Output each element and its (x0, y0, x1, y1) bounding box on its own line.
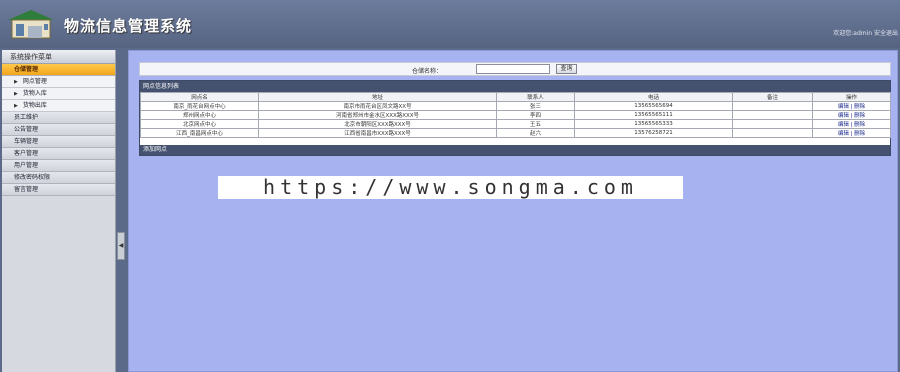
table-cell: 北京网点中心 (140, 119, 259, 129)
add-outlet-button[interactable]: 添加网点 (140, 145, 890, 155)
column-header: 地址 (258, 92, 497, 102)
row-actions[interactable]: 编辑 | 删除 (812, 101, 891, 111)
table-cell: 郑州网点中心 (140, 110, 259, 120)
row-actions[interactable]: 编辑 | 删除 (812, 119, 891, 129)
table-row: 郑州网点中心 河南省郑州市金水区XXX路XXX号 李四 13565565111 … (140, 110, 891, 120)
table-cell: 赵六 (496, 128, 575, 138)
sidebar-item-storage[interactable]: 仓储管理 (2, 64, 115, 76)
row-actions[interactable]: 编辑 | 删除 (812, 128, 891, 138)
watermark: https://www.songma.com (218, 176, 683, 199)
triangle-right-icon: ▶ (14, 78, 18, 85)
outlet-table: 网点名 地址 联系人 电话 备注 操作 南京_雨花台网点中心 南京市雨花台区凤文… (140, 92, 891, 138)
sidebar-subitem-stock-out[interactable]: ▶ 货物出库 (2, 100, 115, 112)
table-row: 江西_南昌网点中心 江西省南昌市XXX路XXX号 赵六 13576258721 … (140, 128, 891, 138)
sidebar-item-customers[interactable]: 客户管理 (2, 148, 115, 160)
sidebar-item-messages[interactable]: 留言管理 (2, 184, 115, 196)
table-cell: 13576258721 (574, 128, 733, 138)
table-cell: 李四 (496, 110, 575, 120)
table-row: 北京网点中心 北京市朝阳区XXX路XXX号 王五 13565565333 编辑 … (140, 119, 891, 129)
table-cell (732, 101, 813, 111)
table-cell: 江西_南昌网点中心 (140, 128, 259, 138)
sidebar-menu: 系统操作菜单 仓储管理 ▶ 网点管理 ▶ 货物入库 ▶ 货物出库 员工维护 公告… (2, 50, 116, 372)
column-header: 网点名 (140, 92, 259, 102)
main-content: 仓储名称： 查询 网点信息列表 网点名 地址 联系人 电话 备注 操作 南京_雨… (128, 50, 898, 372)
table-cell: 13565565111 (574, 110, 733, 120)
sidebar-subitem-outlets[interactable]: ▶ 网点管理 (2, 76, 115, 88)
row-actions[interactable]: 编辑 | 删除 (812, 110, 891, 120)
table-cell (732, 110, 813, 120)
search-button[interactable]: 查询 (556, 64, 577, 74)
table-cell: 河南省郑州市金水区XXX路XXX号 (258, 110, 497, 120)
search-bar: 仓储名称： 查询 (139, 62, 891, 76)
chevron-left-icon: ◀ (118, 242, 124, 249)
table-cell: 南京_雨花台网点中心 (140, 101, 259, 111)
table-cell (732, 119, 813, 129)
column-header: 备注 (732, 92, 813, 102)
table-cell: 北京市朝阳区XXX路XXX号 (258, 119, 497, 129)
warehouse-logo-icon (6, 8, 56, 40)
app-title: 物流信息管理系统 (64, 17, 193, 35)
column-header: 联系人 (496, 92, 575, 102)
sidebar-title: 系统操作菜单 (2, 50, 115, 64)
search-input[interactable] (476, 64, 550, 74)
column-header: 操作 (812, 92, 891, 102)
app-header: 物流信息管理系统 欢迎您:admin 安全退出 (0, 0, 900, 48)
sidebar-subitem-label: 网点管理 (22, 77, 47, 85)
table-cell: 江西省南昌市XXX路XXX号 (258, 128, 497, 138)
table-cell (732, 128, 813, 138)
triangle-right-icon: ▶ (14, 90, 18, 97)
table-header-row: 网点名 地址 联系人 电话 备注 操作 (140, 92, 891, 102)
sidebar-collapse-handle[interactable]: ◀ (117, 232, 125, 260)
outlet-list-panel: 网点信息列表 网点名 地址 联系人 电话 备注 操作 南京_雨花台网点中心 南京… (139, 80, 891, 156)
table-cell: 王五 (496, 119, 575, 129)
table-cell: 南京市雨花台区凤文路XX号 (258, 101, 497, 111)
sidebar-item-password[interactable]: 修改密码权限 (2, 172, 115, 184)
column-header: 电话 (574, 92, 733, 102)
sidebar-subitem-label: 货物入库 (22, 89, 47, 97)
sidebar-item-users[interactable]: 用户管理 (2, 160, 115, 172)
table-cell: 张三 (496, 101, 575, 111)
sidebar-item-staff[interactable]: 员工维护 (2, 112, 115, 124)
table-row: 南京_雨花台网点中心 南京市雨花台区凤文路XX号 张三 13565565694 … (140, 101, 891, 111)
sidebar-subitem-label: 货物出库 (22, 101, 47, 109)
table-cell: 13565565694 (574, 101, 733, 111)
user-info[interactable]: 欢迎您:admin 安全退出 (833, 28, 898, 37)
sidebar-item-notices[interactable]: 公告管理 (2, 124, 115, 136)
sidebar-item-vehicles[interactable]: 车辆管理 (2, 136, 115, 148)
triangle-right-icon: ▶ (14, 102, 18, 109)
search-label: 仓储名称： (412, 68, 443, 75)
sidebar-subitem-stock-in[interactable]: ▶ 货物入库 (2, 88, 115, 100)
panel-title: 网点信息列表 (140, 81, 890, 92)
table-cell: 13565565333 (574, 119, 733, 129)
